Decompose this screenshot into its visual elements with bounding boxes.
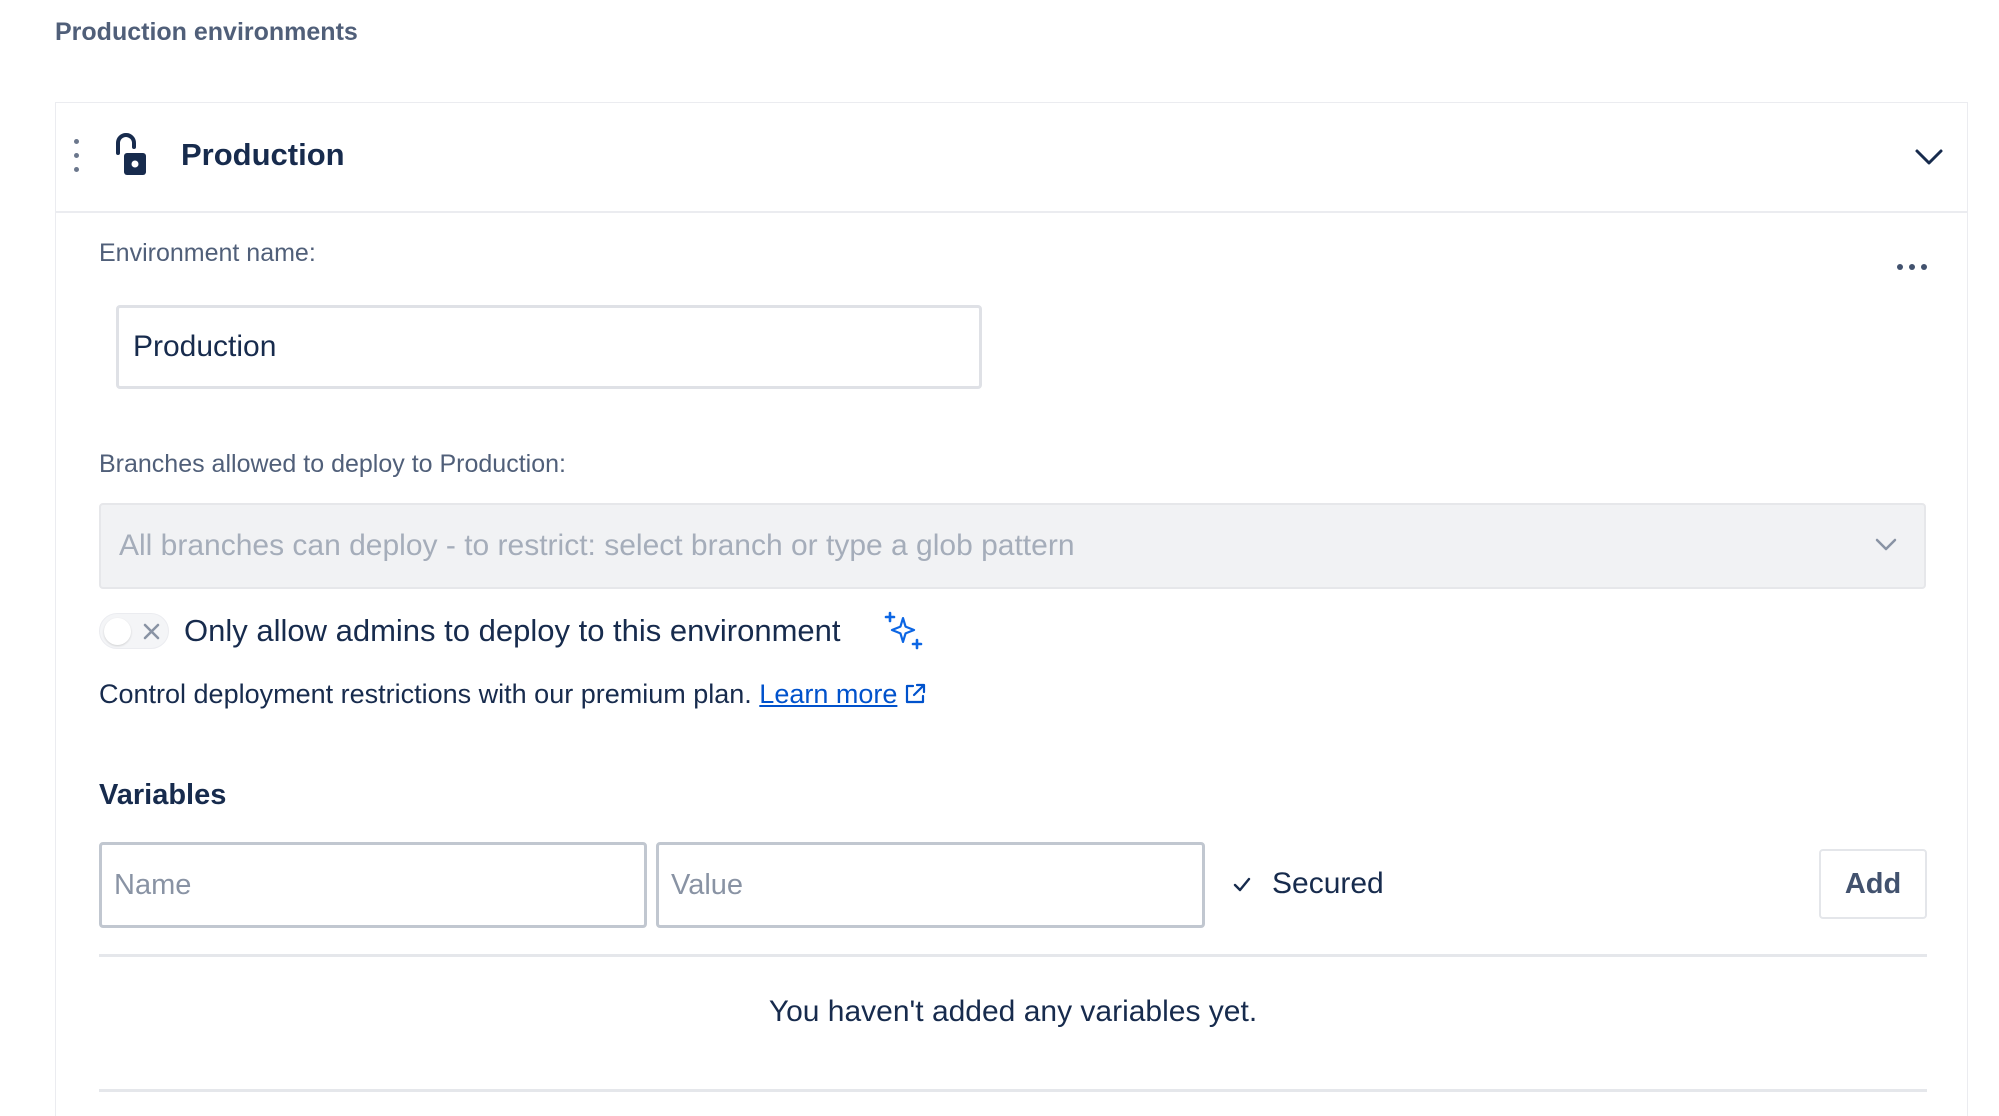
environment-name-input[interactable] (116, 305, 982, 389)
variable-name-input[interactable] (99, 842, 647, 928)
chevron-down-icon[interactable] (1913, 145, 1945, 169)
variables-title: Variables (99, 779, 227, 811)
branch-select[interactable]: All branches can deploy - to restrict: s… (99, 503, 1926, 589)
more-icon[interactable] (1897, 257, 1937, 277)
variables-divider-top (99, 954, 1927, 957)
toggle-knob (104, 618, 131, 645)
branch-select-placeholder: All branches can deploy - to restrict: s… (119, 529, 1075, 562)
variables-divider-bottom (99, 1089, 1927, 1092)
admins-only-toggle[interactable] (99, 613, 169, 649)
secured-label: Secured (1272, 867, 1384, 900)
environment-title: Production (181, 137, 345, 172)
drag-handle-icon[interactable] (70, 139, 82, 179)
close-icon (143, 623, 160, 640)
environment-panel: Production Environment name: Branches al… (55, 102, 1968, 1116)
variables-empty-message: You haven't added any variables yet. (768, 995, 1258, 1028)
check-icon (1233, 877, 1251, 892)
premium-note-text: Control deployment restrictions with our… (99, 679, 752, 709)
unlock-icon (116, 133, 146, 175)
admins-only-label: Only allow admins to deploy to this envi… (184, 613, 841, 648)
add-variable-button[interactable]: Add (1819, 849, 1927, 919)
environment-panel-header[interactable]: Production (56, 103, 1967, 213)
variable-value-input[interactable] (656, 842, 1205, 928)
branches-label: Branches allowed to deploy to Production… (99, 450, 566, 478)
environment-name-label: Environment name: (99, 239, 316, 267)
page-heading: Production environments (55, 18, 358, 46)
learn-more-link[interactable]: Learn more (759, 679, 897, 709)
premium-note: Control deployment restrictions with our… (99, 679, 927, 710)
external-link-icon[interactable] (903, 682, 927, 706)
sparkle-icon (884, 611, 923, 650)
chevron-down-icon (1875, 538, 1897, 551)
